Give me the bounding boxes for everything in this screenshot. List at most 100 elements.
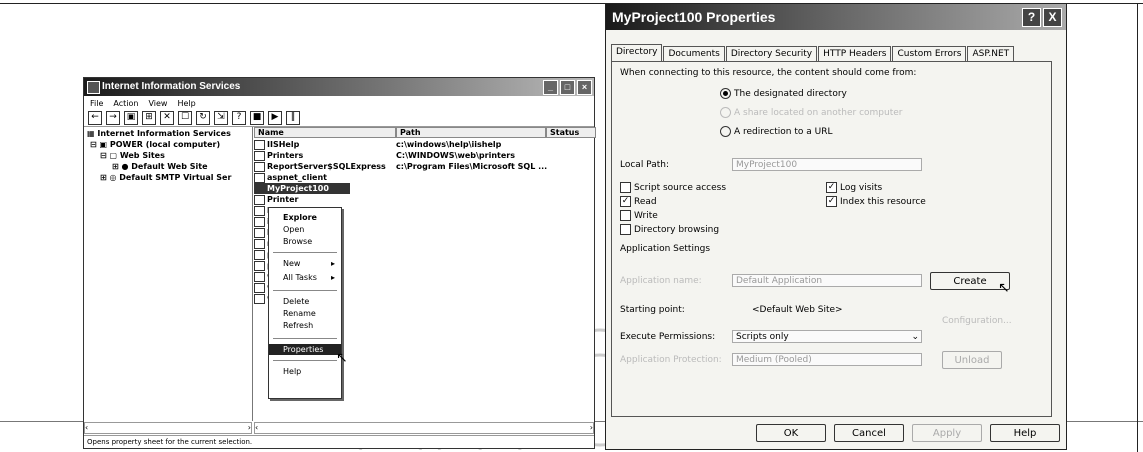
content-source-intro: When connecting to this resource, the co… [620, 68, 917, 78]
unload-button[interactable]: Unload [942, 351, 1002, 369]
column-header-path[interactable]: Path [396, 127, 546, 138]
folder-icon [254, 150, 265, 161]
properties-icon[interactable]: ☐ [178, 111, 192, 125]
check-read[interactable]: ✓ Read [620, 196, 657, 207]
column-header-name[interactable]: Name [254, 127, 396, 138]
forward-icon[interactable]: → [106, 111, 120, 125]
tree-hscroll[interactable]: ‹ › [84, 422, 252, 434]
radio-url[interactable]: A redirection to a URL [720, 126, 833, 137]
ctx-all-tasks[interactable]: All Tasks ▸ [269, 272, 341, 283]
delete-icon[interactable]: ✕ [160, 111, 174, 125]
ctx-delete[interactable]: Delete [269, 296, 341, 307]
checkbox-icon [620, 224, 631, 235]
list-item[interactable]: MyProject100 [254, 183, 350, 194]
check-log-visits-label: Log visits [840, 183, 883, 193]
list-item[interactable]: IISHelp c:\windows\help\iishelp [254, 139, 594, 150]
checkbox-icon: ✓ [826, 196, 837, 207]
play-icon[interactable]: ▶ [268, 111, 282, 125]
ctx-rename[interactable]: Rename [269, 308, 341, 319]
ok-button[interactable]: OK [756, 424, 826, 442]
radio-share[interactable]: A share located on another computer [720, 107, 902, 118]
tab-directory[interactable]: Directory [611, 44, 663, 62]
tree-web-sites[interactable]: ⊟ ▢ Web Sites [100, 151, 165, 160]
tab-http-headers[interactable]: HTTP Headers [818, 46, 892, 62]
tab-aspnet[interactable]: ASP.NET [967, 46, 1015, 62]
check-index[interactable]: ✓ Index this resource [826, 196, 926, 207]
tree-default-web-site[interactable]: ⊞ ● Default Web Site [112, 162, 208, 171]
tree-smtp-label: Default SMTP Virtual Ser [119, 173, 232, 182]
list-item[interactable]: Printer [254, 194, 594, 205]
radio-url-label: A redirection to a URL [734, 127, 833, 137]
minimize-icon[interactable]: _ [543, 80, 558, 95]
ctx-separator [273, 338, 337, 339]
show-tree-icon[interactable]: ⊞ [142, 111, 156, 125]
tab-directory-security[interactable]: Directory Security [725, 46, 818, 62]
app-protection-select[interactable]: Medium (Pooled) [732, 353, 922, 366]
ctx-explore[interactable]: Explore [269, 212, 341, 223]
ctx-properties[interactable]: Properties [269, 344, 341, 355]
list-item-name: aspnet_client [267, 173, 328, 182]
ctx-browse[interactable]: Browse [269, 236, 341, 247]
chevron-down-icon: ⌄ [911, 332, 919, 342]
ctx-help[interactable]: Help [269, 366, 341, 377]
menu-action[interactable]: Action [113, 97, 138, 110]
up-icon[interactable]: ▣ [124, 111, 138, 125]
local-path-field[interactable]: MyProject100 [732, 158, 922, 171]
exec-perm-select[interactable]: Scripts only ⌄ [732, 330, 922, 343]
dialog-title-bar[interactable]: MyProject100 Properties ? X [606, 4, 1066, 30]
radio-designated-directory[interactable]: The designated directory [720, 88, 847, 99]
close-title-icon[interactable]: X [1043, 8, 1062, 27]
column-header-status[interactable]: Status [546, 127, 596, 138]
help-title-icon[interactable]: ? [1022, 8, 1041, 27]
folder-icon [254, 227, 265, 238]
iis-title-bar[interactable]: Internet Information Services _ □ × [84, 78, 594, 96]
cancel-button[interactable]: Cancel [834, 424, 904, 442]
pause-icon[interactable]: ‖ [286, 111, 300, 125]
iis-app-icon [87, 81, 100, 94]
menu-file[interactable]: File [90, 97, 103, 110]
folder-icon [254, 260, 265, 271]
iis-toolbar: ← → ▣ ⊞ ✕ ☐ ↻ ⇲ ? ■ ▶ ‖ [84, 110, 594, 127]
iis-tree-pane: ▦ Internet Information Services ⊟ ▣ POWE… [84, 127, 253, 421]
list-item[interactable]: ReportServer$SQLExpress c:\Program Files\… [254, 161, 594, 172]
check-write[interactable]: Write [620, 210, 658, 221]
refresh-icon[interactable]: ↻ [196, 111, 210, 125]
check-write-label: Write [634, 211, 658, 221]
iis-menubar: File Action View Help [84, 97, 594, 110]
list-item[interactable]: Printers C:\WINDOWS\web\printers [254, 150, 594, 161]
tree-smtp[interactable]: ⊞ ◎ Default SMTP Virtual Ser [100, 173, 231, 182]
list-hscroll[interactable]: ‹ › [254, 422, 594, 434]
apply-button[interactable]: Apply [912, 424, 982, 442]
menu-view[interactable]: View [148, 97, 167, 110]
ctx-new[interactable]: New ▸ [269, 258, 341, 269]
folder-icon [254, 205, 265, 216]
ctx-open[interactable]: Open [269, 224, 341, 235]
checkbox-icon [620, 182, 631, 193]
maximize-icon[interactable]: □ [560, 80, 575, 95]
export-icon[interactable]: ⇲ [214, 111, 228, 125]
check-script-source-label: Script source access [634, 183, 727, 193]
list-item-name: Printer [267, 195, 299, 204]
tab-custom-errors[interactable]: Custom Errors [892, 46, 967, 62]
close-icon[interactable]: × [577, 80, 592, 95]
help-button[interactable]: Help [990, 424, 1060, 442]
radio-designated-label: The designated directory [734, 89, 847, 99]
menu-help[interactable]: Help [177, 97, 195, 110]
tree-computer[interactable]: ⊟ ▣ POWER (local computer) [90, 140, 220, 149]
back-icon[interactable]: ← [88, 111, 102, 125]
list-item[interactable]: aspnet_client [254, 172, 594, 183]
list-item-path: c:\windows\help\iishelp [396, 140, 502, 149]
check-log-visits[interactable]: ✓ Log visits [826, 182, 882, 193]
radio-on-icon [720, 88, 731, 99]
app-name-field[interactable]: Default Application [732, 274, 922, 287]
folder-icon [254, 161, 265, 172]
ctx-refresh[interactable]: Refresh [269, 320, 341, 331]
stop-icon[interactable]: ■ [250, 111, 264, 125]
check-dir-browsing[interactable]: Directory browsing [620, 224, 719, 235]
tab-documents[interactable]: Documents [663, 46, 725, 62]
configuration-button[interactable]: Configuration... [942, 316, 1012, 326]
check-script-source[interactable]: Script source access [620, 182, 726, 193]
tree-root[interactable]: ▦ Internet Information Services [87, 129, 231, 138]
help-icon[interactable]: ? [232, 111, 246, 125]
ctx-separator [273, 360, 337, 361]
